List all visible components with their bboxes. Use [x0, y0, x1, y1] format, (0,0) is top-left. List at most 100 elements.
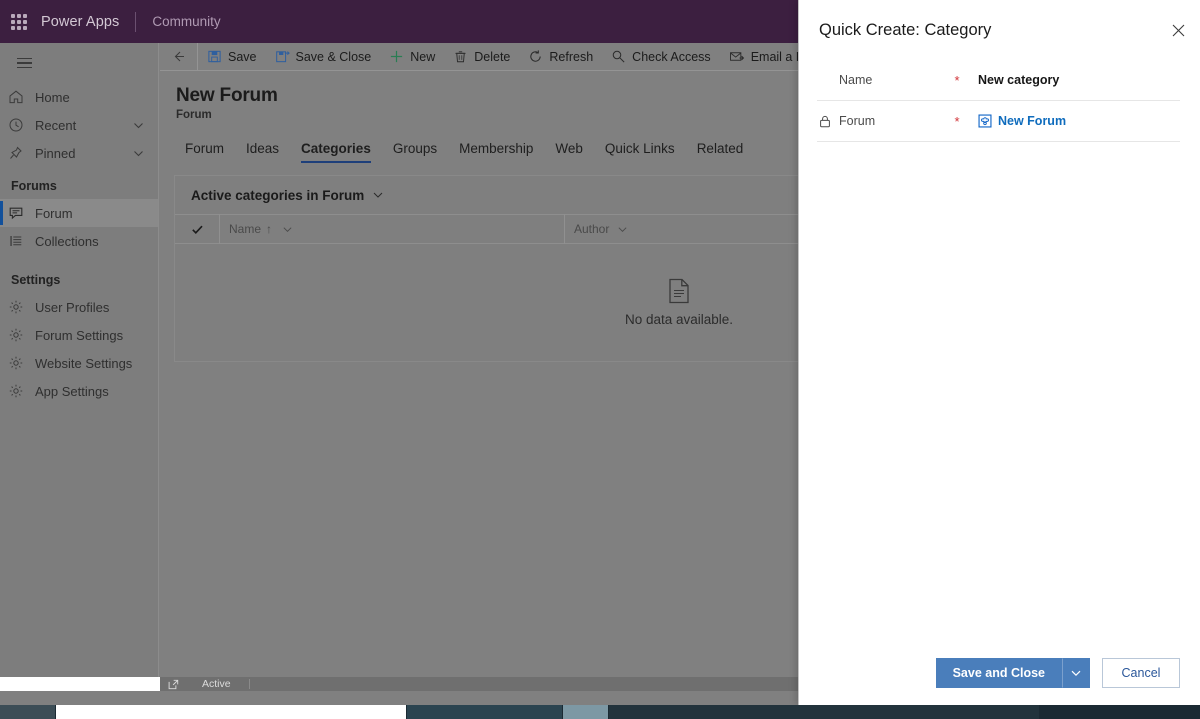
column-label: Author [574, 222, 610, 236]
command-label: New [410, 49, 436, 64]
column-label: Name [229, 222, 262, 236]
list-icon [8, 233, 32, 249]
sidebar-item-pinned[interactable]: Pinned [0, 139, 158, 167]
status-divider [248, 679, 250, 689]
save-and-close-button[interactable]: Save and Close [935, 658, 1062, 688]
field-name[interactable]: Name * New category [817, 60, 1180, 101]
taskbar-segment [563, 705, 608, 719]
chevron-down-icon[interactable] [614, 224, 628, 235]
sidebar-item-label: User Profiles [35, 299, 110, 315]
taskbar-segment [407, 705, 562, 719]
command-label: Check Access [632, 49, 711, 64]
home-icon [8, 89, 32, 105]
back-arrow-icon[interactable] [160, 42, 198, 71]
quick-create-form: Name * New category Forum * New Forum [799, 60, 1200, 641]
sidebar-item-collections[interactable]: Collections [0, 227, 158, 255]
column-header-author[interactable]: Author [564, 214, 804, 244]
column-header-name[interactable]: Name ↑ [219, 214, 564, 244]
header-divider [135, 11, 137, 32]
document-icon [668, 278, 690, 304]
sidebar-item-label: Forum Settings [35, 327, 124, 343]
chevron-down-icon[interactable] [277, 224, 293, 235]
save-button[interactable]: Save [198, 43, 266, 71]
forum-lookup-label: New Forum [998, 114, 1067, 128]
trash-icon [453, 49, 468, 64]
chevron-down-icon[interactable] [132, 119, 145, 132]
forum-lookup-value[interactable]: New Forum [965, 114, 1066, 128]
required-indicator: * [954, 72, 960, 88]
tab-quick-links[interactable]: Quick Links [594, 141, 686, 163]
environment-label[interactable]: Community [152, 14, 220, 29]
chevron-down-icon[interactable] [132, 147, 145, 160]
command-label: Refresh [549, 49, 594, 64]
save-and-close-split-button[interactable]: Save and Close [935, 658, 1090, 688]
quick-create-title: Quick Create: Category [819, 20, 992, 39]
check-access-button[interactable]: Check Access [602, 43, 720, 71]
email-link-icon [729, 49, 745, 64]
gear-icon [8, 383, 32, 399]
taskbar-segment [0, 705, 55, 719]
sidebar-item-label: App Settings [35, 383, 109, 399]
refresh-icon [528, 49, 543, 64]
taskbar-segment [56, 705, 406, 719]
plus-icon [389, 49, 404, 64]
tab-forum[interactable]: Forum [174, 141, 235, 163]
tab-groups[interactable]: Groups [382, 141, 448, 163]
quick-create-footer: Save and Close Cancel [799, 641, 1200, 705]
pin-icon [8, 145, 32, 161]
sidebar-item-website-settings[interactable]: Website Settings [0, 349, 158, 377]
view-selector-label: Active categories in Forum [191, 187, 365, 203]
sidebar-group-title-settings: Settings [11, 273, 61, 287]
save-icon [207, 49, 222, 64]
sidebar-item-label: Pinned [35, 145, 76, 161]
close-icon[interactable] [1156, 8, 1200, 52]
sidebar-item-forum-settings[interactable]: Forum Settings [0, 321, 158, 349]
quick-create-header: Quick Create: Category [799, 0, 1200, 60]
hamburger-icon[interactable] [4, 43, 44, 83]
open-in-new-icon[interactable] [168, 679, 179, 690]
name-input-value[interactable]: New category [965, 73, 1059, 87]
field-forum[interactable]: Forum * New Forum [817, 101, 1180, 142]
field-label: Forum [839, 114, 876, 128]
os-taskbar-strip [0, 705, 1200, 719]
sidebar-item-recent[interactable]: Recent [0, 111, 158, 139]
forum-entity-icon [978, 114, 992, 128]
sidebar-item-app-settings[interactable]: App Settings [0, 377, 158, 405]
gear-icon [8, 355, 32, 371]
sidebar-group-title-forums: Forums [11, 179, 57, 193]
chevron-down-icon[interactable] [1062, 658, 1090, 688]
gear-icon [8, 327, 32, 343]
forum-icon [8, 205, 32, 221]
quick-create-panel: Quick Create: Category Name * New catego… [798, 0, 1200, 705]
waffle-grid-icon[interactable] [11, 13, 27, 30]
sidebar-item-user-profiles[interactable]: User Profiles [0, 293, 158, 321]
tab-web[interactable]: Web [544, 141, 594, 163]
sidebar-item-forum[interactable]: Forum [0, 199, 158, 227]
sidebar-item-label: Collections [35, 233, 99, 249]
chevron-down-icon[interactable] [372, 189, 384, 201]
command-label: Save & Close [295, 49, 372, 64]
taskbar-segment [609, 705, 1039, 719]
sidebar-item-label: Home [35, 89, 70, 105]
delete-button[interactable]: Delete [444, 43, 519, 71]
new-button[interactable]: New [380, 43, 444, 71]
tab-ideas[interactable]: Ideas [235, 141, 290, 163]
cancel-button[interactable]: Cancel [1102, 658, 1180, 688]
sidebar: Home Recent Pinned Forums Forum Collecti… [0, 43, 159, 677]
app-brand-label[interactable]: Power Apps [41, 14, 119, 30]
tab-related[interactable]: Related [686, 141, 755, 163]
tab-membership[interactable]: Membership [448, 141, 544, 163]
select-all-checkmark-icon[interactable] [175, 223, 219, 236]
command-label: Save [228, 49, 257, 64]
field-label: Name [839, 73, 873, 87]
tab-categories[interactable]: Categories [290, 141, 382, 163]
sidebar-item-label: Recent [35, 117, 77, 133]
clock-icon [8, 117, 32, 133]
lock-icon [817, 115, 833, 128]
refresh-button[interactable]: Refresh [519, 43, 602, 71]
command-label: Delete [474, 49, 511, 64]
sidebar-item-label: Forum [35, 205, 73, 221]
grid-empty-text: No data available. [624, 311, 734, 327]
save-and-close-button[interactable]: Save & Close [266, 43, 381, 71]
sidebar-item-home[interactable]: Home [0, 83, 158, 111]
